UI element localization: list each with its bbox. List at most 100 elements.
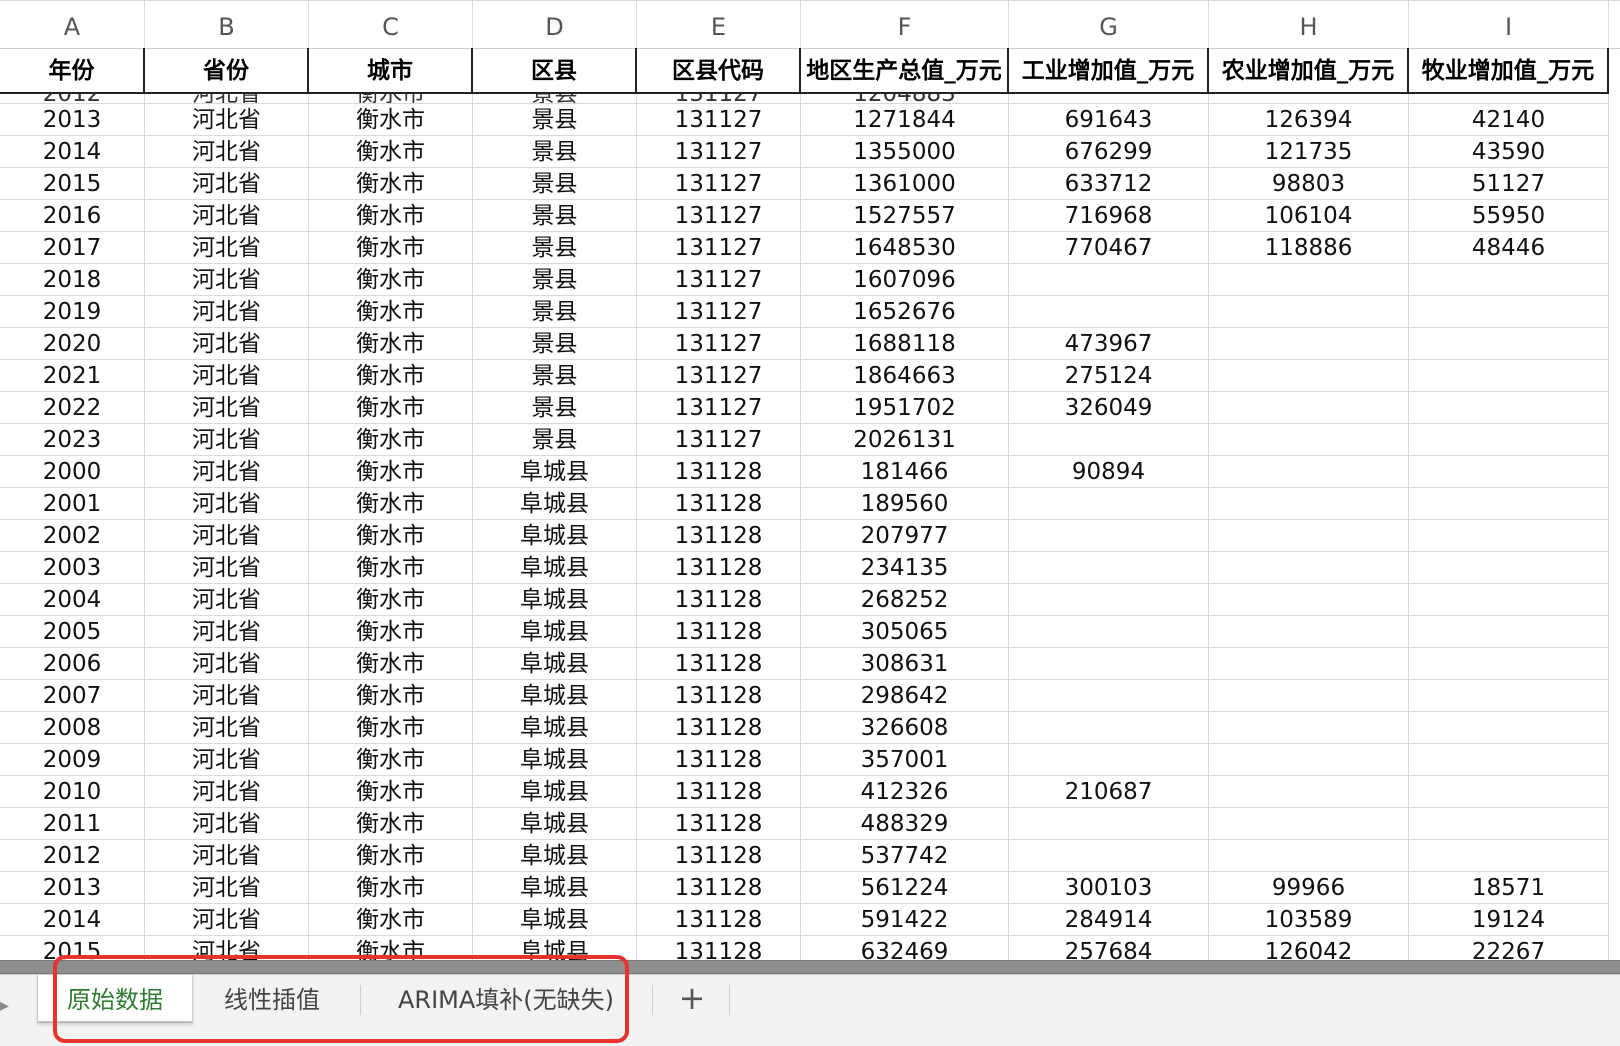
cell-livestock-value[interactable] xyxy=(1409,488,1609,520)
cell-county[interactable]: 阜城县 xyxy=(473,680,637,712)
cell-livestock-value[interactable]: 22267 xyxy=(1409,936,1609,960)
cell-province[interactable]: 河北省 xyxy=(145,936,309,960)
cell-livestock-value[interactable] xyxy=(1409,584,1609,616)
cell-province[interactable]: 河北省 xyxy=(145,648,309,680)
cell-livestock-value[interactable] xyxy=(1409,94,1609,104)
cell-gdp[interactable]: 189560 xyxy=(801,488,1009,520)
cell-livestock-value[interactable] xyxy=(1409,424,1609,456)
cell-gdp[interactable]: 305065 xyxy=(801,616,1009,648)
cell-gdp[interactable]: 1688118 xyxy=(801,328,1009,360)
cell-agriculture-value[interactable] xyxy=(1209,616,1409,648)
cell-industry-value[interactable] xyxy=(1009,552,1209,584)
cell-agriculture-value[interactable] xyxy=(1209,296,1409,328)
cell-county[interactable]: 景县 xyxy=(473,232,637,264)
cell-year[interactable]: 2011 xyxy=(0,808,145,840)
cell-city[interactable]: 衡水市 xyxy=(309,904,473,936)
cell-year[interactable]: 2012 xyxy=(0,840,145,872)
cell-year[interactable]: 2023 xyxy=(0,424,145,456)
cell-year[interactable]: 2010 xyxy=(0,776,145,808)
cell-agriculture-value[interactable] xyxy=(1209,328,1409,360)
cell-city[interactable]: 衡水市 xyxy=(309,616,473,648)
cell-county[interactable]: 景县 xyxy=(473,296,637,328)
cell-gdp[interactable]: 326608 xyxy=(801,712,1009,744)
cell-gdp[interactable]: 1204883 xyxy=(801,94,1009,104)
cell-province[interactable]: 河北省 xyxy=(145,232,309,264)
cell-province[interactable]: 河北省 xyxy=(145,136,309,168)
cell-gdp[interactable]: 308631 xyxy=(801,648,1009,680)
column-letter-f[interactable]: F xyxy=(801,1,1009,48)
cell-county[interactable]: 景县 xyxy=(473,136,637,168)
header-cell-livestock-value[interactable]: 牧业增加值_万元 xyxy=(1409,48,1609,94)
cell-industry-value[interactable] xyxy=(1009,424,1209,456)
cell-county-code[interactable]: 131128 xyxy=(637,552,801,584)
cell-gdp[interactable]: 268252 xyxy=(801,584,1009,616)
cell-agriculture-value[interactable] xyxy=(1209,680,1409,712)
cell-agriculture-value[interactable] xyxy=(1209,488,1409,520)
cell-gdp[interactable]: 298642 xyxy=(801,680,1009,712)
cell-county[interactable]: 景县 xyxy=(473,360,637,392)
cell-city[interactable]: 衡水市 xyxy=(309,840,473,872)
cell-year[interactable]: 2014 xyxy=(0,904,145,936)
cell-livestock-value[interactable] xyxy=(1409,552,1609,584)
cell-county-code[interactable]: 131128 xyxy=(637,840,801,872)
cell-province[interactable]: 河北省 xyxy=(145,488,309,520)
cell-year[interactable]: 2015 xyxy=(0,168,145,200)
cell-agriculture-value[interactable] xyxy=(1209,552,1409,584)
cell-industry-value[interactable] xyxy=(1009,264,1209,296)
cell-livestock-value[interactable] xyxy=(1409,264,1609,296)
cell-livestock-value[interactable] xyxy=(1409,392,1609,424)
cell-industry-value[interactable]: 633712 xyxy=(1009,168,1209,200)
cell-livestock-value[interactable]: 42140 xyxy=(1409,104,1609,136)
sheet-tab-original-data[interactable]: 原始数据 xyxy=(37,975,193,1023)
cell-gdp[interactable]: 537742 xyxy=(801,840,1009,872)
cell-county-code[interactable]: 131128 xyxy=(637,616,801,648)
cell-industry-value[interactable]: 210687 xyxy=(1009,776,1209,808)
cell-county-code[interactable]: 131127 xyxy=(637,424,801,456)
tab-scroll-icon[interactable]: ▸ xyxy=(0,991,12,1021)
cell-province[interactable]: 河北省 xyxy=(145,360,309,392)
cell-agriculture-value[interactable] xyxy=(1209,808,1409,840)
cell-city[interactable]: 衡水市 xyxy=(309,520,473,552)
cell-livestock-value[interactable] xyxy=(1409,840,1609,872)
cell-industry-value[interactable] xyxy=(1009,616,1209,648)
cell-county-code[interactable]: 131127 xyxy=(637,104,801,136)
cell-livestock-value[interactable] xyxy=(1409,744,1609,776)
cell-province[interactable]: 河北省 xyxy=(145,94,309,104)
cell-agriculture-value[interactable] xyxy=(1209,648,1409,680)
cell-year[interactable]: 2013 xyxy=(0,872,145,904)
cell-agriculture-value[interactable]: 126394 xyxy=(1209,104,1409,136)
header-cell-agriculture-value[interactable]: 农业增加值_万元 xyxy=(1209,48,1409,94)
cell-city[interactable]: 衡水市 xyxy=(309,872,473,904)
cell-county[interactable]: 阜城县 xyxy=(473,712,637,744)
cell-city[interactable]: 衡水市 xyxy=(309,136,473,168)
cell-province[interactable]: 河北省 xyxy=(145,104,309,136)
header-cell-city[interactable]: 城市 xyxy=(309,48,473,94)
cell-livestock-value[interactable] xyxy=(1409,680,1609,712)
cell-industry-value[interactable]: 300103 xyxy=(1009,872,1209,904)
cell-province[interactable]: 河北省 xyxy=(145,392,309,424)
cell-livestock-value[interactable]: 51127 xyxy=(1409,168,1609,200)
cell-province[interactable]: 河北省 xyxy=(145,776,309,808)
cell-city[interactable]: 衡水市 xyxy=(309,712,473,744)
cell-industry-value[interactable]: 676299 xyxy=(1009,136,1209,168)
cell-county[interactable]: 阜城县 xyxy=(473,936,637,960)
cell-industry-value[interactable] xyxy=(1009,744,1209,776)
cell-city[interactable]: 衡水市 xyxy=(309,424,473,456)
cell-livestock-value[interactable] xyxy=(1409,296,1609,328)
cell-agriculture-value[interactable]: 126042 xyxy=(1209,936,1409,960)
cell-industry-value[interactable]: 473967 xyxy=(1009,328,1209,360)
cell-province[interactable]: 河北省 xyxy=(145,296,309,328)
cell-county-code[interactable]: 131128 xyxy=(637,456,801,488)
cell-industry-value[interactable] xyxy=(1009,94,1209,104)
cell-province[interactable]: 河北省 xyxy=(145,424,309,456)
cell-county-code[interactable]: 131128 xyxy=(637,776,801,808)
cell-county-code[interactable]: 131127 xyxy=(637,360,801,392)
cell-gdp[interactable]: 561224 xyxy=(801,872,1009,904)
cell-industry-value[interactable]: 90894 xyxy=(1009,456,1209,488)
header-cell-gdp[interactable]: 地区生产总值_万元 xyxy=(801,48,1009,94)
cell-province[interactable]: 河北省 xyxy=(145,520,309,552)
cell-year[interactable]: 2002 xyxy=(0,520,145,552)
cell-county-code[interactable]: 131127 xyxy=(637,264,801,296)
cell-city[interactable]: 衡水市 xyxy=(309,584,473,616)
cell-gdp[interactable]: 234135 xyxy=(801,552,1009,584)
